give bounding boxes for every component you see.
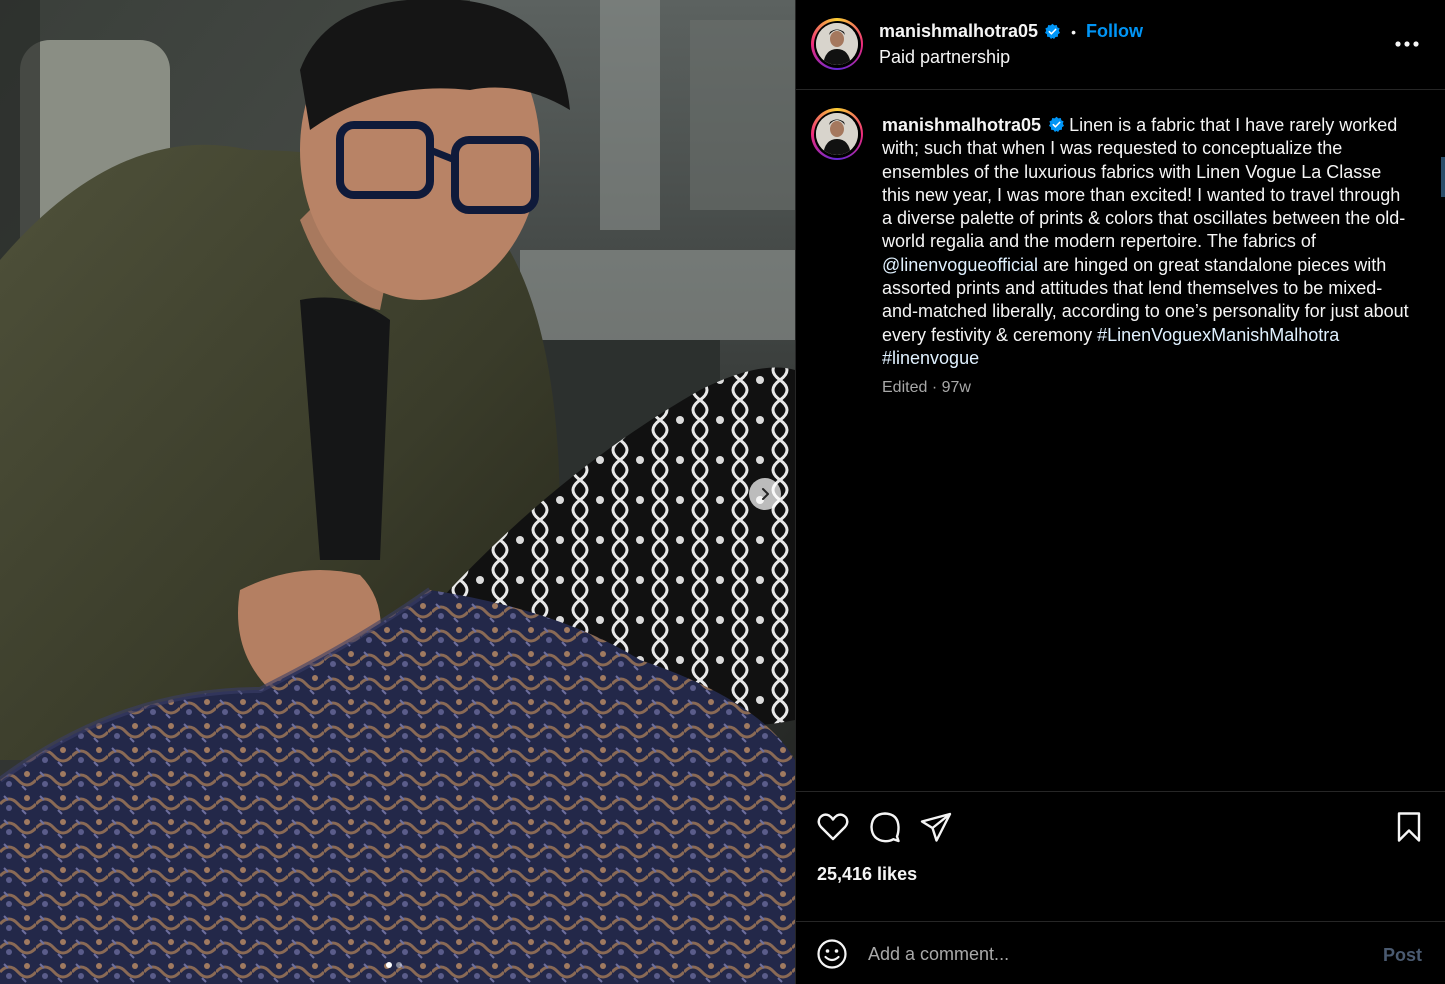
caption-text-part-1: Linen is a fabric that I have rarely wor… (882, 115, 1406, 252)
share-icon[interactable] (919, 810, 953, 844)
author-username[interactable]: manishmalhotra05 (879, 21, 1038, 42)
follow-button[interactable]: Follow (1086, 21, 1143, 42)
post-meta-timestamp[interactable]: Edited · 97w (882, 379, 971, 397)
chevron-right-icon (762, 488, 769, 500)
post-comment-button[interactable]: Post (1383, 945, 1422, 966)
carousel-indicator (386, 962, 402, 968)
carousel-dot (396, 962, 402, 968)
comment-icon[interactable] (868, 810, 902, 844)
bookmark-icon[interactable] (1392, 810, 1426, 844)
post-sidebar: manishmalhotra05 • Follow Paid partnersh… (795, 0, 1445, 984)
post-photo (0, 0, 795, 984)
post-media[interactable] (0, 0, 795, 984)
next-slide-button[interactable] (749, 478, 781, 510)
post-caption: manishmalhotra05 Linen is a fabric that … (882, 114, 1410, 370)
scrollbar-thumb[interactable] (1441, 157, 1445, 197)
comment-input[interactable] (868, 936, 1348, 972)
header-user-line: manishmalhotra05 • Follow (879, 21, 1143, 42)
carousel-dot-active (386, 962, 392, 968)
add-comment-bar: Post (796, 921, 1445, 984)
more-options-icon[interactable] (1394, 34, 1420, 54)
header-separator: • (1071, 23, 1076, 40)
post-header: manishmalhotra05 • Follow Paid partnersh… (796, 0, 1445, 90)
caption-mention-link[interactable]: @linenvogueofficial (882, 255, 1038, 275)
smiley-icon[interactable] (816, 938, 848, 970)
paid-partnership-label[interactable]: Paid partnership (879, 47, 1010, 68)
avatar-image (816, 23, 858, 65)
comments-section: manishmalhotra05 Linen is a fabric that … (796, 91, 1445, 791)
post-actions: 25,416 likes (796, 791, 1445, 921)
verified-badge-icon (1049, 116, 1065, 132)
verified-badge-icon (1045, 23, 1061, 39)
caption-hashtag-link[interactable]: #LinenVoguexManishMalhotra (1097, 325, 1339, 345)
avatar-image (816, 113, 858, 155)
heart-icon[interactable] (816, 810, 850, 844)
author-avatar[interactable] (811, 18, 863, 70)
likes-count[interactable]: 25,416 likes (817, 864, 917, 885)
caption-username[interactable]: manishmalhotra05 (882, 115, 1041, 135)
caption-hashtag-link[interactable]: #linenvogue (882, 348, 979, 368)
caption-author-avatar[interactable] (811, 108, 863, 160)
